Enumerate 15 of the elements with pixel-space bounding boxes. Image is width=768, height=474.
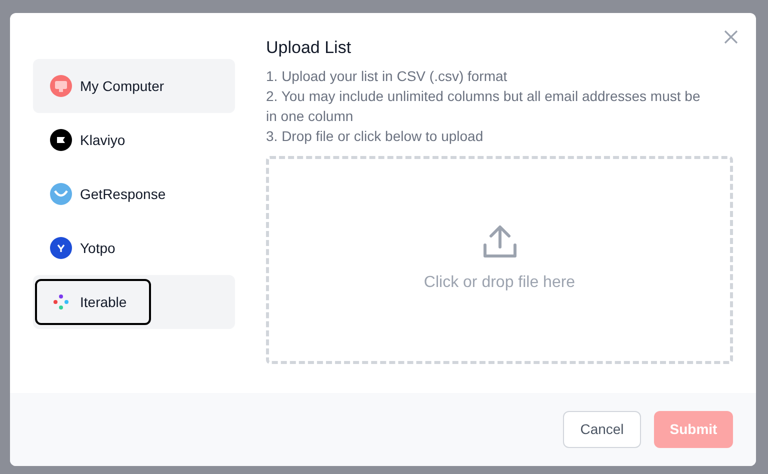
monitor-icon: [50, 75, 72, 97]
close-icon[interactable]: [724, 30, 738, 44]
instruction-text: 1. Upload your list in CSV (.csv) format: [266, 67, 508, 86]
dropzone-text: Click or drop file here: [424, 273, 576, 293]
instruction-text: 2. You may include unlimited columns but all email addresses must be in one column: [266, 87, 702, 126]
cancel-button[interactable]: Cancel: [563, 411, 641, 448]
source-option[interactable]: My Computer: [33, 59, 235, 113]
dialog-title: Upload List: [266, 37, 352, 59]
instruction-text: 3. Drop file or click below to upload: [266, 127, 484, 146]
upload-icon: [482, 225, 518, 259]
dots-logo-icon: [53, 294, 69, 310]
letter-logo-icon: [50, 237, 72, 259]
smile-logo-icon: [50, 183, 72, 205]
source-option[interactable]: Iterable: [33, 275, 235, 329]
flag-logo-icon: [50, 129, 72, 151]
